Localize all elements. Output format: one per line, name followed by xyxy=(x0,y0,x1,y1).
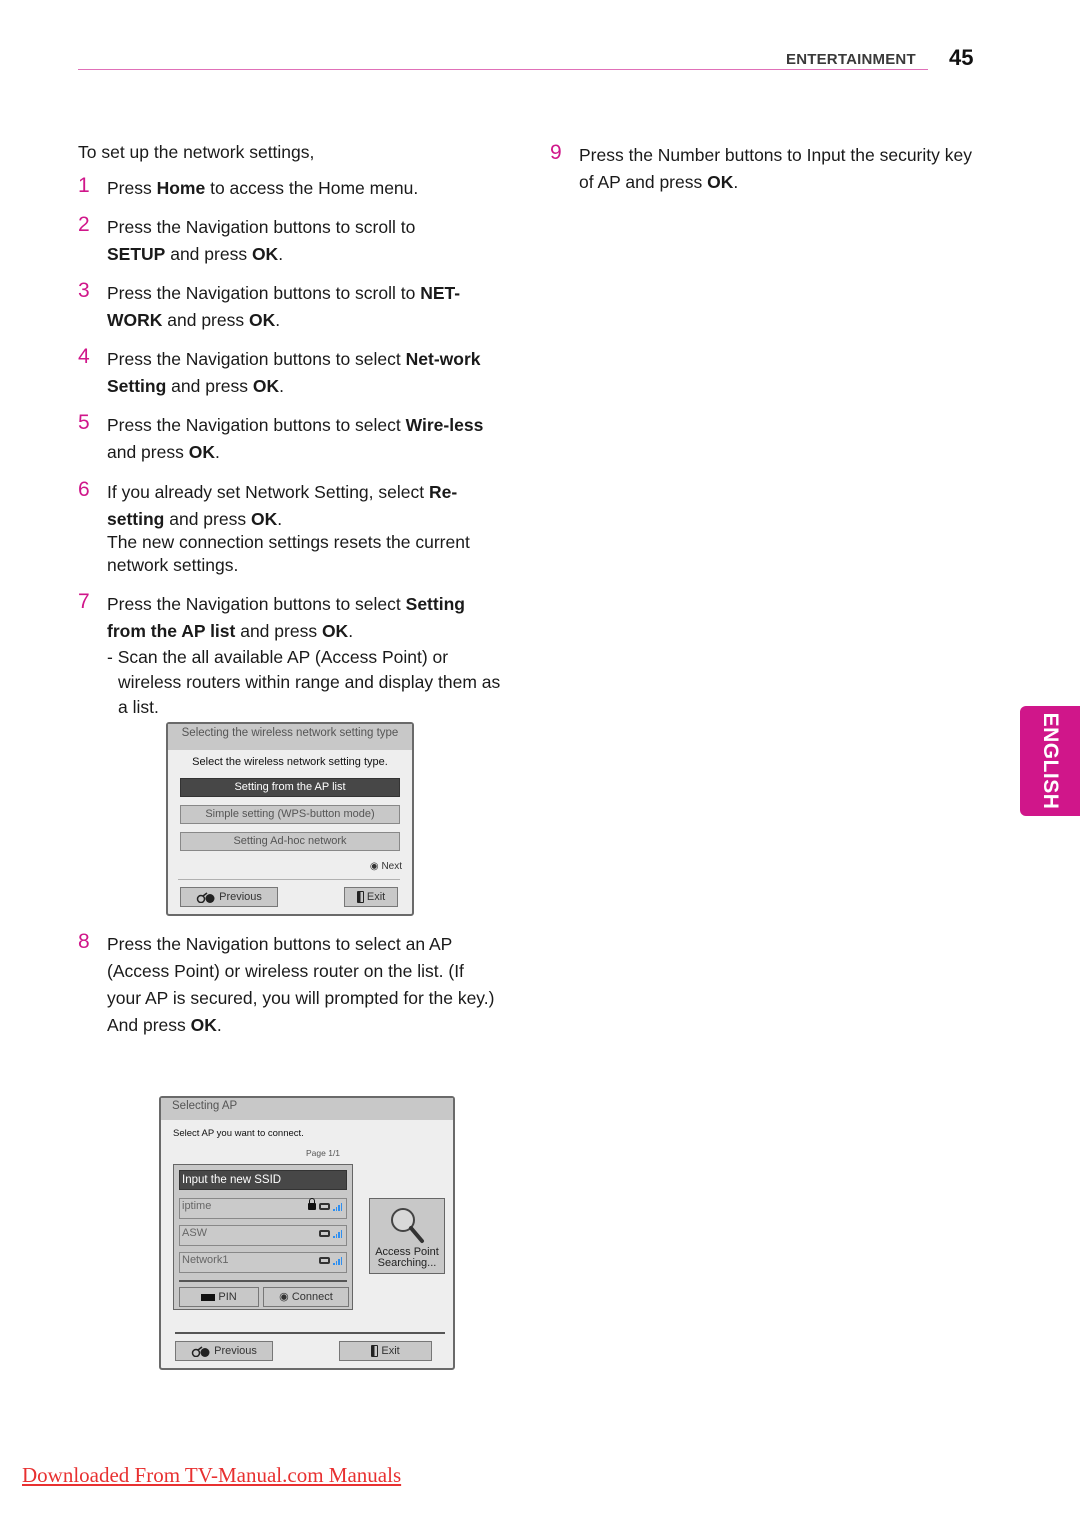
ap-item-network1[interactable]: Network1 xyxy=(179,1252,347,1273)
step-instruction: Press the Navigation buttons to scroll t… xyxy=(107,283,461,330)
step-number: 7 xyxy=(78,590,90,613)
exit-label: Exit xyxy=(381,1345,400,1357)
step-number: 6 xyxy=(78,478,90,501)
ok-button-icon: ◉ xyxy=(279,1291,289,1303)
language-label: ENGLISH xyxy=(1039,712,1062,810)
step-instruction: Press the Navigation buttons to select S… xyxy=(107,594,465,641)
selecting-ap-dialog: Selecting AP Select AP you want to conne… xyxy=(159,1096,455,1370)
signal-icon xyxy=(333,1257,342,1265)
exit-button[interactable]: Exit xyxy=(344,887,398,907)
ok-button-icon: ◉ xyxy=(369,861,379,872)
ap-item-iptime[interactable]: iptime xyxy=(179,1198,347,1219)
step-text: Press the Navigation buttons to select S… xyxy=(107,591,507,720)
footer-link[interactable]: Downloaded From TV-Manual.com Manuals xyxy=(22,1463,401,1488)
previous-button[interactable]: Previous xyxy=(180,887,278,907)
option-ap-list[interactable]: Setting from the AP list xyxy=(180,778,400,797)
next-label: Next xyxy=(381,861,402,872)
step-number: 5 xyxy=(78,411,90,434)
lock-icon xyxy=(308,1198,316,1210)
dialog-divider xyxy=(175,1332,445,1334)
signal-icon xyxy=(333,1203,342,1211)
dialog-divider xyxy=(178,879,400,880)
previous-button[interactable]: Previous xyxy=(175,1341,273,1361)
step-number: 8 xyxy=(78,930,90,953)
next-hint[interactable]: ◉ Next xyxy=(370,861,402,872)
list-divider xyxy=(179,1280,347,1282)
back-icon xyxy=(191,1345,210,1357)
step-text: If you already set Network Setting, sele… xyxy=(107,479,507,577)
header-divider xyxy=(78,69,928,70)
ap-name: Network1 xyxy=(182,1254,229,1266)
ap-item-asw[interactable]: ASW xyxy=(179,1225,347,1246)
language-tab: ENGLISH xyxy=(1020,706,1080,816)
step-note: The new connection settings resets the c… xyxy=(107,532,470,575)
ap-name: ASW xyxy=(182,1227,208,1239)
step-number: 2 xyxy=(78,213,90,236)
ap-list: Input the new SSID iptime ASW Network1 P… xyxy=(173,1164,353,1310)
step-instruction: Press the Navigation buttons to select N… xyxy=(107,349,481,396)
router-icon xyxy=(319,1257,330,1264)
connect-button[interactable]: ◉ Connect xyxy=(263,1287,349,1307)
router-icon xyxy=(319,1230,330,1237)
step-text: Press the Navigation buttons to select a… xyxy=(107,931,502,1039)
step-instruction: Press the Navigation buttons to select a… xyxy=(107,934,495,1035)
step-text: Press the Navigation buttons to scroll t… xyxy=(107,214,467,268)
step-text: Press the Navigation buttons to select N… xyxy=(107,346,507,400)
section-title: ENTERTAINMENT xyxy=(786,51,916,68)
ap-name: iptime xyxy=(182,1200,212,1212)
step-instruction: Press Home to access the Home menu. xyxy=(107,178,419,198)
step-number: 1 xyxy=(78,174,90,197)
blue-key-icon xyxy=(201,1293,216,1301)
pin-button[interactable]: PIN xyxy=(179,1287,259,1307)
dialog-prompt: Select the wireless network setting type… xyxy=(192,756,388,768)
step-instruction: Press the Navigation buttons to select W… xyxy=(107,415,484,462)
pin-label: PIN xyxy=(218,1291,237,1303)
option-wps[interactable]: Simple setting (WPS-button mode) xyxy=(180,805,400,824)
step-number: 9 xyxy=(550,141,562,164)
search-status-line2: Searching... xyxy=(377,1257,437,1269)
option-adhoc[interactable]: Setting Ad-hoc network xyxy=(180,832,400,851)
setting-type-dialog: Selecting the wireless network setting t… xyxy=(166,722,414,916)
step-instruction: If you already set Network Setting, sele… xyxy=(107,482,458,529)
previous-label: Previous xyxy=(214,1345,257,1357)
dialog-title: Selecting AP xyxy=(161,1098,453,1120)
step-text: Press Home to access the Home menu. xyxy=(107,175,507,202)
page-indicator: Page 1/1 xyxy=(306,1148,341,1158)
page-number: 45 xyxy=(949,45,974,70)
magnifier-icon xyxy=(391,1208,424,1243)
dialog-title: Selecting the wireless network setting t… xyxy=(168,724,412,750)
signal-icon xyxy=(333,1230,342,1238)
step-text: Press the Number buttons to Input the se… xyxy=(579,142,979,196)
step-number: 3 xyxy=(78,279,90,302)
exit-icon xyxy=(371,1345,379,1358)
previous-label: Previous xyxy=(219,891,262,903)
step-bullet: - Scan the all available AP (Access Poin… xyxy=(107,647,501,717)
connect-label: Connect xyxy=(291,1291,333,1303)
exit-button[interactable]: Exit xyxy=(339,1341,432,1361)
step-number: 4 xyxy=(78,345,90,368)
back-icon xyxy=(196,891,215,903)
step-text: Press the Navigation buttons to select W… xyxy=(107,412,507,466)
ap-search-status: Access Point Searching... xyxy=(369,1198,445,1274)
step-instruction: Press the Number buttons to Input the se… xyxy=(579,145,972,192)
exit-icon xyxy=(356,891,364,904)
ssid-input[interactable]: Input the new SSID xyxy=(179,1170,347,1190)
step-text: Press the Navigation buttons to scroll t… xyxy=(107,280,507,334)
step-instruction: Press the Navigation buttons to scroll t… xyxy=(107,217,416,264)
exit-label: Exit xyxy=(366,891,386,903)
intro-text: To set up the network settings, xyxy=(78,142,315,162)
router-icon xyxy=(319,1203,330,1210)
dialog-prompt: Select AP you want to connect. xyxy=(173,1128,304,1139)
